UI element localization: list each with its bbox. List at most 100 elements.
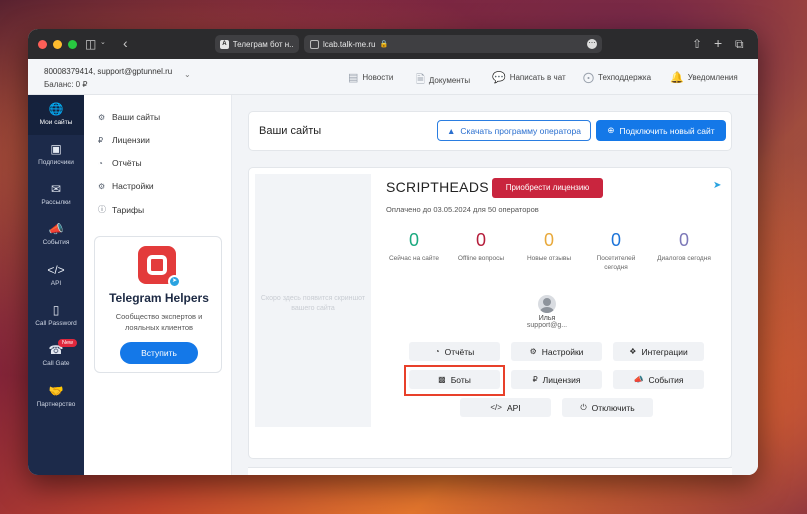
settings-button[interactable]: ⚙ Настройки xyxy=(511,342,602,361)
nav-support-label: Техподдержка xyxy=(598,73,652,82)
nav-news[interactable]: ▤ Новости xyxy=(348,71,393,84)
avatar xyxy=(538,295,556,313)
nav-chat-label: Написать в чат xyxy=(509,73,566,82)
new-badge: New xyxy=(58,339,78,347)
code-icon: </> xyxy=(490,403,502,412)
paid-until-text: Оплачено до 03.05.2024 для 50 операторов xyxy=(386,205,539,214)
minimize-window-button[interactable] xyxy=(53,39,62,49)
stat-value: 0 xyxy=(610,230,621,250)
contacts-icon: ▣ xyxy=(50,142,62,156)
next-card-edge xyxy=(248,467,732,475)
nav-notifications-label: Уведомления xyxy=(687,73,738,82)
globe-icon: 🌐 xyxy=(48,102,64,116)
sub-item-reports[interactable]: ◔ Отчёты xyxy=(98,158,142,168)
back-icon[interactable]: ‹ xyxy=(123,35,128,51)
globe-icon: ⚙ xyxy=(98,112,106,122)
ruble-icon: ₽ xyxy=(532,375,538,384)
disable-label: Отключить xyxy=(591,402,635,413)
nav-news-label: Новости xyxy=(362,73,394,82)
stat-value: 0 xyxy=(543,230,554,250)
gear-icon: ⚙ xyxy=(529,347,537,356)
sidebar-item-call-password[interactable]: ▯ Call Password xyxy=(28,303,84,327)
sidebar-item-call-gate[interactable]: ☎ New Call Gate xyxy=(28,339,84,367)
nav-notifications[interactable]: 🔔 Уведомления xyxy=(670,71,738,84)
app-header: 80008379414, support@gptunnel.ru Баланс:… xyxy=(28,59,758,95)
tab-title: Телеграм бот н... xyxy=(232,39,294,49)
nav-chat[interactable]: 💬 Написать в чат xyxy=(492,71,566,84)
nav-support[interactable]: ⨀ Техподдержка xyxy=(583,71,651,84)
stat-visitors-today: 0 Посетителей сегодня xyxy=(584,230,648,272)
stat-value: 0 xyxy=(408,230,419,250)
license-label: Лицензия xyxy=(542,374,581,385)
events-label: События xyxy=(648,374,684,385)
integrations-icon: ❖ xyxy=(629,347,637,356)
share-icon[interactable]: ⇧ xyxy=(692,37,702,51)
gauge-icon: ◔ xyxy=(434,347,440,356)
tab-favicon-icon: A xyxy=(220,39,229,49)
promo-title: Telegram Helpers xyxy=(109,291,209,305)
sidebar-item-label: Подписчики xyxy=(38,159,74,166)
license-button[interactable]: ₽ Лицензия xyxy=(511,370,602,389)
sidebar-item-my-sites[interactable]: 🌐 Мои сайты xyxy=(28,95,84,135)
gear-icon: ⚙ xyxy=(98,181,106,191)
account-info[interactable]: 80008379414, support@gptunnel.ru xyxy=(44,67,172,76)
sub-item-tariffs[interactable]: ⓘ Тарифы xyxy=(98,204,144,215)
sidebar-item-label: Рассылки xyxy=(41,199,71,206)
upload-icon: ▲ xyxy=(447,125,456,136)
browser-tab[interactable]: A Телеграм бот н... xyxy=(215,35,299,53)
disable-button[interactable]: ⏻ Отключить xyxy=(562,398,653,417)
nav-documents[interactable]: 🗎 Документы xyxy=(416,71,470,90)
site-screenshot-placeholder: Скоро здесь появится скриншот вашего сай… xyxy=(255,174,371,427)
handshake-icon: 🤝 xyxy=(48,384,64,398)
browser-window: ◫ ⌄ ‹ A Телеграм бот н... lcab.talk-me.r… xyxy=(28,29,758,475)
sub-item-licenses[interactable]: ₽ Лицензии xyxy=(98,135,150,145)
main-content: Ваши сайты ▲ Скачать программу оператора… xyxy=(232,95,758,475)
bell-icon: 🔔 xyxy=(670,72,684,84)
reports-button[interactable]: ◔ Отчёты xyxy=(409,342,500,361)
annotation-highlight-box xyxy=(404,365,505,396)
sidebar-item-partnership[interactable]: 🤝 Партнерство xyxy=(28,384,84,408)
stat-value: 0 xyxy=(475,230,486,250)
chevron-down-icon[interactable]: ⌄ xyxy=(184,70,191,79)
connect-site-button[interactable]: ⊕ Подключить новый сайт xyxy=(596,120,726,141)
join-button[interactable]: Вступить xyxy=(120,342,198,364)
telegram-icon[interactable]: ➤ xyxy=(713,180,721,191)
connect-site-label: Подключить новый сайт xyxy=(619,125,715,136)
integrations-button[interactable]: ❖ Интеграции xyxy=(613,342,704,361)
operator-card[interactable]: Илья support@g... xyxy=(521,295,573,329)
megaphone-icon: 📣 xyxy=(633,375,644,384)
sidebar-item-api[interactable]: </> API xyxy=(28,263,84,287)
plus-circle-icon: ⊕ xyxy=(607,125,615,135)
address-bar[interactable]: lcab.talk-me.ru 🔒 ⋯ xyxy=(304,35,602,53)
sub-item-your-sites[interactable]: ⚙ Ваши сайты xyxy=(98,112,160,122)
chevron-down-icon[interactable]: ⌄ xyxy=(100,38,106,46)
maximize-window-button[interactable] xyxy=(68,39,77,49)
events-button[interactable]: 📣 События xyxy=(613,370,704,389)
nav-documents-label: Документы xyxy=(428,76,471,85)
ruble-icon: ₽ xyxy=(98,135,104,145)
sub-item-label: Ваши сайты xyxy=(112,112,161,122)
lock-icon: 🔒 xyxy=(379,41,389,48)
more-options-icon[interactable]: ⋯ xyxy=(587,39,597,49)
sidebar-item-mailings[interactable]: ✉ Рассылки xyxy=(28,182,84,206)
mail-icon: ✉ xyxy=(50,182,62,196)
reports-label: Отчёты xyxy=(444,346,475,357)
new-tab-icon[interactable]: + xyxy=(714,35,722,51)
close-window-button[interactable] xyxy=(38,39,47,49)
telegram-icon: ➤ xyxy=(168,275,181,288)
document-icon: 🗎 xyxy=(416,74,425,86)
sidebar-item-subscribers[interactable]: ▣ Подписчики xyxy=(28,142,84,166)
power-icon: ⏻ xyxy=(580,402,587,412)
sidebar-toggle-icon[interactable]: ◫ xyxy=(85,37,96,51)
tab-overview-icon[interactable]: ⧉ xyxy=(735,37,744,52)
download-operator-button[interactable]: ▲ Скачать программу оператора xyxy=(437,120,591,141)
stat-label: Новые отзывы xyxy=(526,255,572,262)
browser-titlebar: ◫ ⌄ ‹ A Телеграм бот н... lcab.talk-me.r… xyxy=(28,29,758,59)
api-button[interactable]: </> API xyxy=(460,398,551,417)
buy-license-button[interactable]: Приобрести лицензию xyxy=(492,178,603,198)
sub-item-settings[interactable]: ⚙ Настройки xyxy=(98,181,154,191)
sidebar-item-events[interactable]: 📣 События xyxy=(28,222,84,246)
balance-text: Баланс: 0 ₽ xyxy=(44,80,88,89)
stat-label: Offline вопросы xyxy=(457,255,505,262)
device-icon: ▯ xyxy=(52,303,60,317)
